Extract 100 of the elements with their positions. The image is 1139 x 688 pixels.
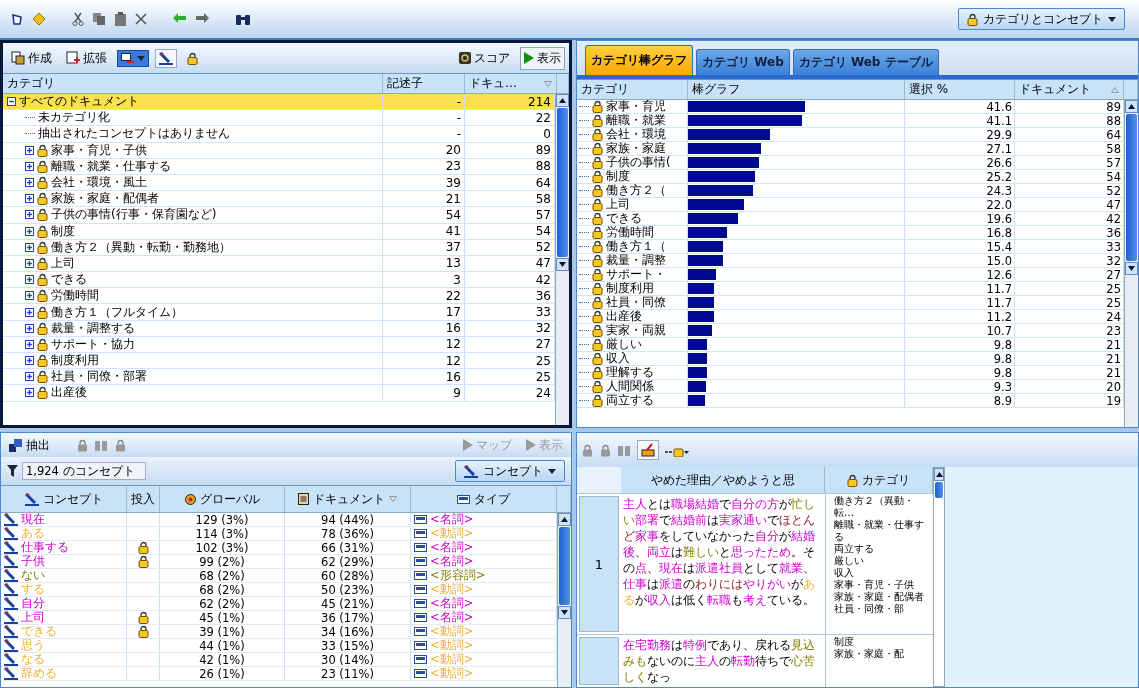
lock-icon[interactable] xyxy=(76,438,88,452)
scroll-down-icon[interactable] xyxy=(561,610,568,616)
new-icon[interactable] xyxy=(10,12,24,26)
expand-icon[interactable] xyxy=(25,323,34,333)
category-icon xyxy=(137,625,149,638)
paste-icon[interactable] xyxy=(114,12,127,26)
tree-row[interactable]: 制度 41 54 xyxy=(3,223,555,240)
scroll-up-icon[interactable] xyxy=(559,98,566,103)
column-header[interactable]: 投入 xyxy=(127,486,160,512)
column-header[interactable]: ドキュ… xyxy=(465,74,557,93)
expand-icon[interactable] xyxy=(25,339,34,349)
view-dropdown[interactable]: コンセプト xyxy=(455,460,565,482)
lock-icon[interactable] xyxy=(114,438,126,452)
expand-icon[interactable] xyxy=(25,210,34,220)
tree-row[interactable]: 未カテゴリ化 - 22 xyxy=(3,110,555,127)
column-header[interactable]: タイプ xyxy=(411,486,557,512)
expand-icon[interactable] xyxy=(25,242,34,252)
tree-row[interactable]: 子供の事情(行事・保育園など) 54 57 xyxy=(3,207,555,224)
lock-icon[interactable] xyxy=(599,443,611,457)
tree-row[interactable]: 会社・環境・風土 39 64 xyxy=(3,174,555,192)
tree-row[interactable]: 離職・就業・仕事する 23 88 xyxy=(3,158,555,175)
column-header[interactable]: ドキュメント xyxy=(1015,80,1124,99)
tree-row[interactable]: サポート・協力 12 27 xyxy=(3,336,555,353)
expand-icon[interactable] xyxy=(25,194,34,204)
concept-button[interactable] xyxy=(155,48,177,68)
redo-icon[interactable] xyxy=(195,13,209,25)
scrollbar[interactable] xyxy=(1124,100,1138,427)
column-header[interactable]: グローバル xyxy=(160,486,285,512)
delete-icon[interactable] xyxy=(135,13,147,25)
tree-row[interactable]: 家事・育児・子供 20 89 xyxy=(3,142,555,159)
toolbar-button[interactable]: スコア xyxy=(455,46,514,70)
category-icon xyxy=(592,198,603,211)
tree-row[interactable]: 出産後 9 24 xyxy=(3,385,555,402)
column-header[interactable]: 棒グラフ xyxy=(688,80,905,99)
expand-icon[interactable] xyxy=(25,275,34,285)
scroll-up-icon[interactable] xyxy=(561,517,568,522)
copy-icon[interactable] xyxy=(92,12,106,26)
scroll-thumb[interactable] xyxy=(935,482,943,498)
descriptor-count: 37 xyxy=(383,239,465,255)
tab[interactable]: カテゴリ棒グラフ xyxy=(585,45,693,75)
filter-field[interactable]: 1,924 のコンセプト xyxy=(22,462,146,480)
column-header[interactable]: カテゴリ xyxy=(577,80,688,99)
column-header[interactable]: コンセプト xyxy=(1,486,127,512)
tag-icon xyxy=(457,494,470,504)
scrollbar[interactable] xyxy=(555,94,569,425)
category-icon xyxy=(37,354,48,368)
lock-icon[interactable] xyxy=(581,443,593,457)
scroll-up-icon[interactable] xyxy=(1128,104,1135,109)
filter-icon[interactable] xyxy=(7,465,18,477)
global-count: 68 (2%) xyxy=(160,583,285,596)
toolbar-button[interactable]: 表示 xyxy=(520,46,565,70)
category-name: 労働時間 xyxy=(606,226,654,239)
tree-row[interactable]: 働き方１（フルタイム） 17 33 xyxy=(3,304,555,321)
scrollbar[interactable] xyxy=(933,467,945,687)
tree-row[interactable]: 抽出されたコンセプトはありません - 0 xyxy=(3,126,555,143)
tree-row[interactable]: 裁量・調整する 16 32 xyxy=(3,320,555,337)
toolbar-button[interactable]: 作成 xyxy=(7,46,56,70)
tree-row[interactable]: 社員・同僚・部署 16 25 xyxy=(3,369,555,386)
collapse-icon[interactable] xyxy=(7,97,16,107)
view-dropdown[interactable]: カテゴリとコンセプト xyxy=(958,8,1125,30)
extract-button[interactable]: 抽出 xyxy=(5,433,54,457)
expand-icon[interactable] xyxy=(25,372,34,382)
scroll-down-icon[interactable] xyxy=(559,261,566,267)
expand-icon[interactable] xyxy=(25,388,34,398)
scroll-down-icon[interactable] xyxy=(1128,266,1135,272)
percentage-value: 10.7 xyxy=(905,324,1015,337)
toolbar-button[interactable]: 拡張 xyxy=(62,46,111,70)
tree-row[interactable]: 制度利用 12 25 xyxy=(3,353,555,370)
category-name: 裁量・調整 xyxy=(606,254,666,267)
tree-row[interactable]: 上司 13 47 xyxy=(3,255,555,273)
diamond-icon[interactable] xyxy=(32,12,46,26)
row-header[interactable]: 1 xyxy=(579,496,619,632)
category-icon xyxy=(592,394,603,407)
expand-icon[interactable] xyxy=(25,178,34,188)
tab[interactable]: カテゴリ Web xyxy=(696,49,790,75)
tree-row[interactable]: できる 3 42 xyxy=(3,272,555,289)
column-header[interactable]: 選択 % xyxy=(905,80,1015,99)
column-header[interactable]: やめた理由／やめようと思 xyxy=(621,467,825,493)
tree-row[interactable]: すべてのドキュメント - 214 xyxy=(3,94,555,111)
expand-icon[interactable] xyxy=(25,291,34,301)
cut-icon[interactable] xyxy=(72,12,84,26)
tree-row[interactable]: 労働時間 22 36 xyxy=(3,288,555,305)
percentage-value: 15.4 xyxy=(905,240,1015,253)
highlight-button[interactable] xyxy=(637,440,659,460)
expand-icon[interactable] xyxy=(25,258,34,268)
expand-icon[interactable] xyxy=(25,307,34,317)
column-header[interactable]: ドキュメント xyxy=(285,486,411,512)
tab[interactable]: カテゴリ Web テーブル xyxy=(792,49,939,75)
display-dropdown[interactable] xyxy=(117,49,149,67)
expand-icon[interactable] xyxy=(25,356,34,366)
scroll-up-icon[interactable] xyxy=(935,472,943,477)
scrollbar[interactable] xyxy=(557,513,571,687)
column-header[interactable]: 記述子 xyxy=(383,74,465,93)
expand-icon[interactable] xyxy=(25,226,34,236)
column-header[interactable]: カテゴリ xyxy=(3,74,383,93)
tree-row[interactable]: 家族・家庭・配偶者 21 58 xyxy=(3,191,555,208)
expand-icon[interactable] xyxy=(25,145,34,155)
tree-row[interactable]: 働き方２（異動・転勤・勤務地） 37 52 xyxy=(3,239,555,256)
expand-icon[interactable] xyxy=(25,161,34,171)
column-header[interactable]: カテゴリ xyxy=(825,467,933,493)
